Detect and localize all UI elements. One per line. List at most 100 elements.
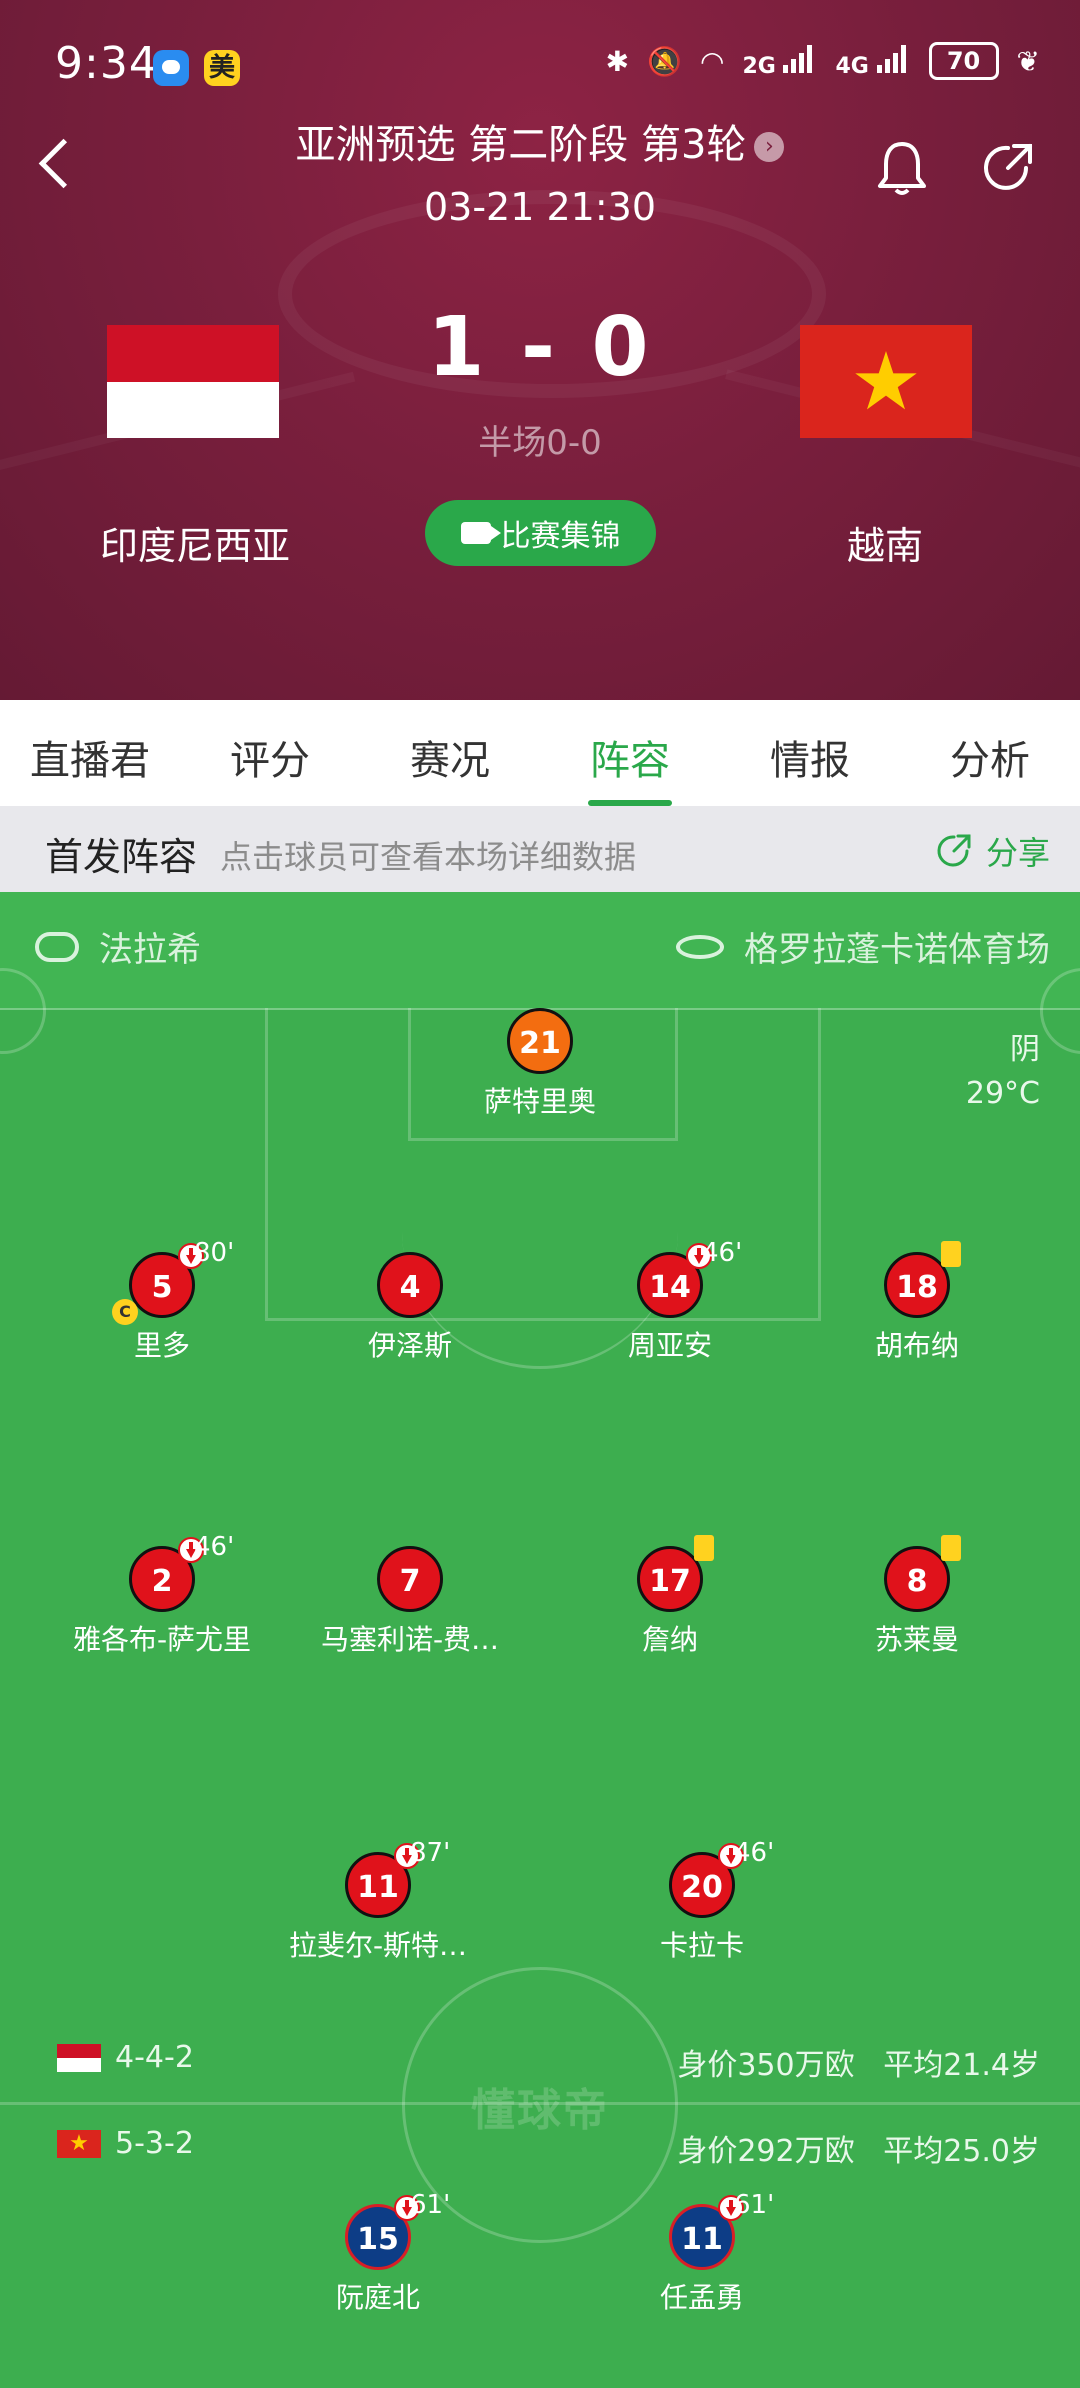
shirt-number: 14 [637,1243,712,1318]
temperature: 29°C [965,1076,1040,1111]
battery-icon: 70 [928,42,999,80]
competition-label: 亚洲预选 第二阶段 第3轮 [295,122,747,168]
substitution-time: 80' [194,1238,235,1268]
player-card[interactable]: 17 詹纳 [550,1535,790,1658]
player-card[interactable]: 21 萨特里奥 [420,1008,660,1120]
player-card[interactable]: 14 46' 周亚安 [550,1238,790,1364]
signal-2g-icon: 2G [742,43,817,79]
referee: 法拉希 [35,922,201,971]
home-team-name[interactable]: 印度尼西亚 [40,515,350,570]
chevron-right-icon: › [754,132,785,162]
player-name: 阮庭北 [335,2281,420,2314]
player-card[interactable]: 20 46' 卡拉卡 [582,1838,822,1964]
player-card[interactable]: 7 马塞利诺-费… [290,1546,530,1658]
shirt-number: 4 [377,1252,443,1318]
shirt-number: 8 [884,1535,961,1612]
shirt-number: 5 C [112,1243,204,1325]
message-app-icon [153,50,189,86]
whistle-icon [35,931,79,962]
yellow-card-icon [941,1241,961,1267]
wifi-icon: ◠ [700,44,725,78]
vietnam-mini-flag: ★ [57,2130,101,2158]
player-name: 周亚安 [627,1329,712,1362]
match-header: 9:34 美 ✱ 🔕 ◠ 2G 4G 70 ❦ 亚洲预选 第二阶段 第3轮 › 0… [0,0,1080,700]
substitution-time: 87' [410,1838,451,1868]
player-card[interactable]: 4 伊泽斯 [290,1252,530,1364]
away-formation: 5-3-2 [115,2126,194,2161]
player-card[interactable]: 2 46' 雅各布-萨尤里 [42,1532,282,1658]
player-card[interactable]: 8 苏莱曼 [797,1535,1037,1658]
tab-live[interactable]: 直播君 [0,700,180,806]
match-info-row: 法拉希 格罗拉蓬卡诺体育场 [0,892,1080,1010]
stadium-icon [676,934,724,959]
player-name: 詹纳 [641,1623,698,1656]
signal-4g-icon: 4G [835,43,910,79]
share-lineup-button[interactable]: 分享 [934,828,1050,874]
weather-label: 阴 [1010,1032,1040,1067]
substitution-time: 61' [410,2190,451,2220]
player-name: 雅各布-萨尤里 [72,1623,252,1656]
status-bar: 9:34 美 ✱ 🔕 ◠ 2G 4G 70 ❦ [0,0,1080,130]
bell-icon[interactable] [876,138,928,198]
player-name: 里多 [133,1329,190,1362]
lineup-hint: 点击球员可查看本场详细数据 [220,838,637,876]
highlights-button[interactable]: 比赛集锦 [425,500,656,566]
yellow-card-icon [941,1535,961,1561]
mute-icon: 🔕 [647,44,682,78]
shirt-number: 15 [345,2195,420,2270]
lineup-header: 首发阵容 点击球员可查看本场详细数据 分享 [0,806,1080,892]
tab-analysis[interactable]: 分析 [900,700,1080,806]
weather-info: 阴 29°C [966,1028,1040,1116]
home-formation: 4-4-2 [115,2040,194,2075]
player-name: 卡拉卡 [659,1929,744,1962]
tab-ratings[interactable]: 评分 [180,700,360,806]
player-name: 拉斐尔-斯特… [288,1929,468,1962]
video-camera-icon [460,522,501,544]
away-team-stats: 身价292万欧 平均25.0岁 [677,2134,1040,2169]
stadium-name: 格罗拉蓬卡诺体育场 [744,930,1050,970]
player-card[interactable]: 18 胡布纳 [797,1241,1037,1364]
stadium: 格罗拉蓬卡诺体育场 [676,922,1050,971]
lineup-title: 首发阵容 [45,835,198,879]
substitution-time: 61' [734,2190,775,2220]
away-team-name[interactable]: 越南 [730,515,1040,570]
referee-name: 法拉希 [99,930,201,970]
indonesia-mini-flag [57,2044,101,2072]
player-card[interactable]: 11 87' 拉斐尔-斯特… [258,1838,498,1964]
halftime-score: 半场0-0 [478,423,602,463]
player-name: 胡布纳 [874,1329,959,1362]
bluetooth-icon: ✱ [605,44,630,78]
share-label: 分享 [985,834,1050,872]
shirt-number: 21 [507,1008,573,1074]
highlights-label: 比赛集锦 [500,519,621,554]
player-name: 萨特里奥 [483,1085,596,1118]
share-icon[interactable] [980,140,1036,196]
shirt-number: 7 [377,1546,443,1612]
player-name: 任孟勇 [659,2281,744,2314]
player-card[interactable]: 15 61' 阮庭北 [258,2190,498,2316]
player-name: 马塞利诺-费… [320,1623,500,1656]
player-card[interactable]: 11 61' 任孟勇 [582,2190,822,2316]
score: 1 - 0 [427,300,653,395]
substitution-time: 46' [702,1238,743,1268]
shirt-number: 11 [669,2195,744,2270]
leaf-icon: ❦ [1016,44,1040,78]
shirt-number: 18 [884,1241,961,1318]
yellow-card-icon [694,1535,714,1561]
player-name: 伊泽斯 [367,1329,452,1362]
tab-bar: 直播君 评分 赛况 阵容 情报 分析 [0,700,1080,806]
substitution-time: 46' [194,1532,235,1562]
tab-lineup[interactable]: 阵容 [540,700,720,806]
tab-match-events[interactable]: 赛况 [360,700,540,806]
substitution-time: 46' [734,1838,775,1868]
player-name: 苏莱曼 [874,1623,959,1656]
shirt-number: 20 [669,1843,744,1918]
meituan-app-icon: 美 [204,50,240,86]
captain-badge: C [112,1299,138,1325]
tab-intel[interactable]: 情报 [720,700,900,806]
shirt-number: 2 [129,1537,204,1612]
shirt-number: 11 [345,1843,420,1918]
player-card[interactable]: 5 C 80' 里多 [42,1238,282,1364]
status-time: 9:34 [55,38,158,89]
shirt-number: 17 [637,1535,714,1612]
